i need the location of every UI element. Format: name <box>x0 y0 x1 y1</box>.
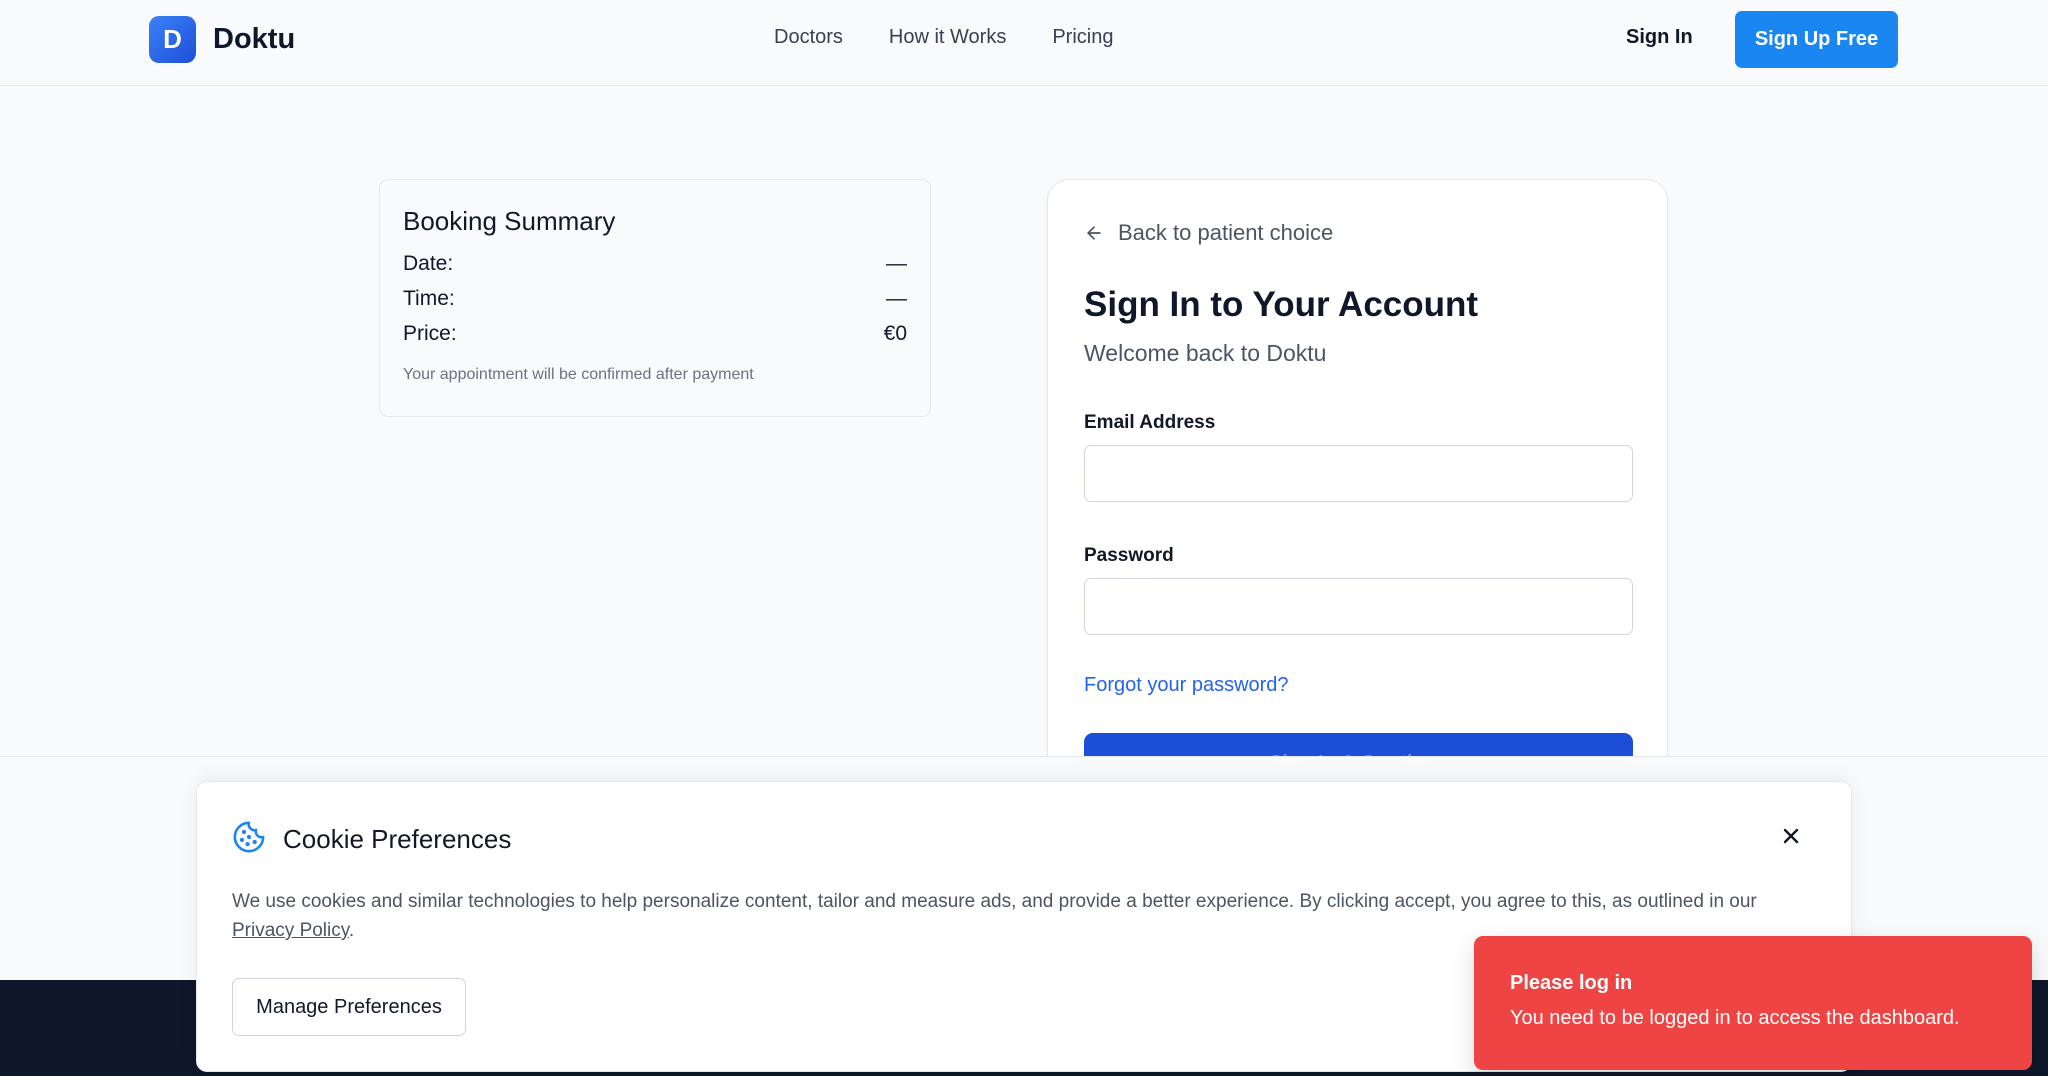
brand-logo[interactable]: D Doktu <box>149 16 295 63</box>
password-label: Password <box>1084 545 1174 566</box>
summary-note: Your appointment will be confirmed after… <box>403 366 754 383</box>
summary-row-time: Time: — <box>403 287 907 322</box>
brand-name: Doktu <box>213 23 296 55</box>
close-icon[interactable] <box>1779 824 1803 848</box>
cookie-text-body: We use cookies and similar technologies … <box>232 891 1757 912</box>
main-nav: Doctors How it Works Pricing <box>774 26 1159 49</box>
sign-in-title: Sign In to Your Account <box>1084 285 1479 324</box>
email-field[interactable] <box>1084 445 1633 502</box>
summary-label: Date: <box>403 252 454 275</box>
summary-value: — <box>886 287 907 310</box>
nav-pricing[interactable]: Pricing <box>1052 26 1113 49</box>
summary-row-date: Date: — <box>403 252 907 287</box>
nav-how-it-works[interactable]: How it Works <box>889 26 1006 49</box>
forgot-password-link[interactable]: Forgot your password? <box>1084 674 1289 697</box>
header-sign-in-link[interactable]: Sign In <box>1626 26 1693 49</box>
booking-summary-card: Booking Summary Date: — Time: — Price: €… <box>379 179 931 417</box>
cookie-banner-title: Cookie Preferences <box>283 824 512 854</box>
back-to-patient-choice-link[interactable]: Back to patient choice <box>1084 220 1333 246</box>
arrow-left-icon <box>1087 226 1101 240</box>
privacy-policy-link[interactable]: Privacy Policy <box>232 920 349 941</box>
sign-in-subtitle: Welcome back to Doktu <box>1084 340 1327 366</box>
manage-preferences-button[interactable]: Manage Preferences <box>232 978 466 1036</box>
logo-mark: D <box>149 16 196 63</box>
nav-doctors[interactable]: Doctors <box>774 26 843 49</box>
summary-label: Price: <box>403 322 457 345</box>
sign-in-card: Back to patient choice Sign In to Your A… <box>1047 179 1668 793</box>
toast-message: You need to be logged in to access the d… <box>1510 1007 1960 1029</box>
password-field[interactable] <box>1084 578 1633 635</box>
email-label: Email Address <box>1084 412 1216 433</box>
cookie-icon <box>233 821 265 853</box>
toast-title: Please log in <box>1510 972 1633 994</box>
summary-value: €0 <box>883 322 907 345</box>
booking-summary-title: Booking Summary <box>403 206 616 236</box>
sign-up-free-button[interactable]: Sign Up Free <box>1735 11 1898 68</box>
cookie-text-end: . <box>348 920 355 941</box>
summary-row-price: Price: €0 <box>403 322 907 357</box>
error-toast[interactable]: Please log in You need to be logged in t… <box>1474 936 2032 1070</box>
back-link-label: Back to patient choice <box>1118 220 1334 245</box>
summary-value: — <box>886 252 907 275</box>
summary-label: Time: <box>403 287 455 310</box>
top-header: D Doktu Doctors How it Works Pricing Sig… <box>0 0 2048 86</box>
